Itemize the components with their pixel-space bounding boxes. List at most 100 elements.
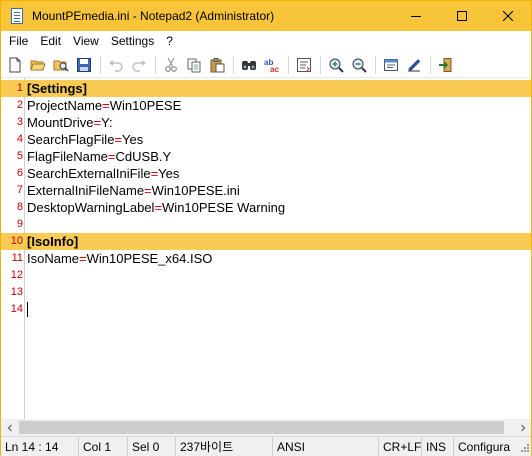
section-header-line[interactable]: 1 [Settings] <box>1 80 531 97</box>
setting-key: DesktopWarningLabel <box>27 200 155 215</box>
status-scheme[interactable]: Configura <box>454 437 527 456</box>
open-icon <box>30 60 46 70</box>
line-number: 12 <box>10 269 23 281</box>
exit-button[interactable] <box>435 54 457 76</box>
line-number: 13 <box>10 286 23 298</box>
line-number: 2 <box>16 99 23 111</box>
setting-key: ExternalIniFileName <box>27 183 145 198</box>
equals-sign: = <box>144 183 152 198</box>
new-icon <box>9 57 21 72</box>
setting-key: FlagFileName <box>27 149 108 164</box>
replace-button[interactable]: ab ac <box>261 54 283 76</box>
cut-button[interactable] <box>160 54 182 76</box>
setting-value: Win10PESE.ini <box>151 183 240 198</box>
equals-sign: = <box>79 251 87 266</box>
editor-line[interactable]: 14 <box>1 301 531 318</box>
setting-value: Win10PESE_x64.ISO <box>86 251 213 266</box>
line-text: DesktopWarningLabel=Win10PESE Warning <box>27 199 285 216</box>
toolbar-separator <box>100 55 101 74</box>
editor-line[interactable]: 13 <box>1 284 531 301</box>
toolbar-separator <box>233 55 234 74</box>
setting-value: Win10PESE Warning <box>162 200 286 215</box>
status-mode[interactable]: INS <box>422 436 454 456</box>
scheme-button[interactable] <box>380 54 402 76</box>
status-selection: Sel 0 <box>128 436 176 456</box>
menu-edit[interactable]: Edit <box>34 31 67 51</box>
redo-button[interactable] <box>128 54 150 76</box>
maximize-icon <box>457 11 467 21</box>
paste-button[interactable] <box>206 54 228 76</box>
new-button[interactable] <box>4 54 26 76</box>
resize-grip-icon[interactable] <box>519 444 529 454</box>
equals-sign: = <box>114 132 123 147</box>
chevron-left-icon <box>7 424 12 431</box>
minimize-button[interactable] <box>393 1 439 31</box>
horizontal-scrollbar[interactable] <box>1 419 531 436</box>
setting-key: ProjectName <box>27 98 103 113</box>
close-button[interactable] <box>485 1 531 31</box>
section-header-line[interactable]: 10 [IsoInfo] <box>1 233 531 250</box>
undo-button[interactable] <box>105 54 127 76</box>
editor-line[interactable]: 4 SearchFlagFile=Yes <box>1 131 531 148</box>
maximize-button[interactable] <box>439 1 485 31</box>
status-bar: Ln 14 : 14 Col 1 Sel 0 237바이트 ANSI CR+LF… <box>1 436 531 456</box>
status-line-ending[interactable]: CR+LF <box>379 436 422 456</box>
line-number: 6 <box>16 167 23 179</box>
editor-line[interactable]: 6 SearchExternalIniFile=Yes <box>1 165 531 182</box>
editor-line[interactable]: 5 FlagFileName=CdUSB.Y <box>1 148 531 165</box>
notepad2-window: MountPEmedia.ini - Notepad2 (Administrat… <box>0 0 532 456</box>
editor-line[interactable]: 7 ExternalIniFileName=Win10PESE.ini <box>1 182 531 199</box>
menu-view[interactable]: View <box>67 31 105 51</box>
menu-settings[interactable]: Settings <box>105 31 160 51</box>
setting-value: Yes <box>122 132 144 147</box>
wordwrap-icon <box>297 57 311 72</box>
status-encoding[interactable]: ANSI <box>273 436 379 456</box>
menu-help[interactable]: ? <box>160 31 179 51</box>
toolbar: ab ac <box>1 52 531 78</box>
scroll-left-button[interactable] <box>1 419 18 436</box>
line-text: ExternalIniFileName=Win10PESE.ini <box>27 182 240 199</box>
scroll-right-button[interactable] <box>514 419 531 436</box>
equals-sign: = <box>93 115 102 130</box>
menu-file[interactable]: File <box>3 31 34 51</box>
line-text: [Settings] <box>27 80 87 97</box>
browse-button[interactable] <box>50 54 72 76</box>
save-icon <box>77 57 91 72</box>
close-icon <box>503 11 513 21</box>
line-text: [IsoInfo] <box>27 233 78 250</box>
setting-key: SearchFlagFile <box>27 132 115 147</box>
editor-line[interactable]: 8 DesktopWarningLabel=Win10PESE Warning <box>1 199 531 216</box>
save-button[interactable] <box>73 54 95 76</box>
paste-icon <box>210 57 225 72</box>
copy-button[interactable] <box>183 54 205 76</box>
scheme-icon <box>384 58 398 71</box>
line-number: 5 <box>16 150 23 162</box>
editor-line[interactable]: 11 IsoName=Win10PESE_x64.ISO <box>1 250 531 267</box>
editor-line[interactable]: 12 <box>1 267 531 284</box>
editor-line[interactable]: 3 MountDrive=Y: <box>1 114 531 131</box>
exit-icon <box>439 57 452 72</box>
zoom-in-button[interactable] <box>325 54 347 76</box>
setting-value: Yes <box>158 166 180 181</box>
text-caret <box>27 302 28 317</box>
customize-button[interactable] <box>403 54 425 76</box>
wordwrap-button[interactable] <box>293 54 315 76</box>
setting-key: IsoName <box>27 251 80 266</box>
undo-icon <box>109 59 123 72</box>
text-editor[interactable]: 1 [Settings] 2 ProjectName=Win10PESE 3 MountD… <box>1 78 531 419</box>
editor-line[interactable]: 9 <box>1 216 531 233</box>
line-text: SearchExternalIniFile=Yes <box>27 165 179 182</box>
title-bar[interactable]: MountPEmedia.ini - Notepad2 (Administrat… <box>1 1 531 31</box>
status-position: Ln 14 : 14 <box>1 436 79 456</box>
editor-line[interactable]: 2 ProjectName=Win10PESE <box>1 97 531 114</box>
menu-bar: File Edit View Settings ? <box>1 31 531 51</box>
setting-value: Win10PESE <box>109 98 182 113</box>
scrollbar-thumb[interactable] <box>19 421 504 434</box>
equals-sign: = <box>102 98 110 113</box>
toolbar-separator <box>288 55 289 74</box>
zoom-out-button[interactable] <box>348 54 370 76</box>
toolbar-separator <box>155 55 156 74</box>
find-button[interactable] <box>238 54 260 76</box>
open-button[interactable] <box>27 54 49 76</box>
find-icon <box>242 60 256 70</box>
